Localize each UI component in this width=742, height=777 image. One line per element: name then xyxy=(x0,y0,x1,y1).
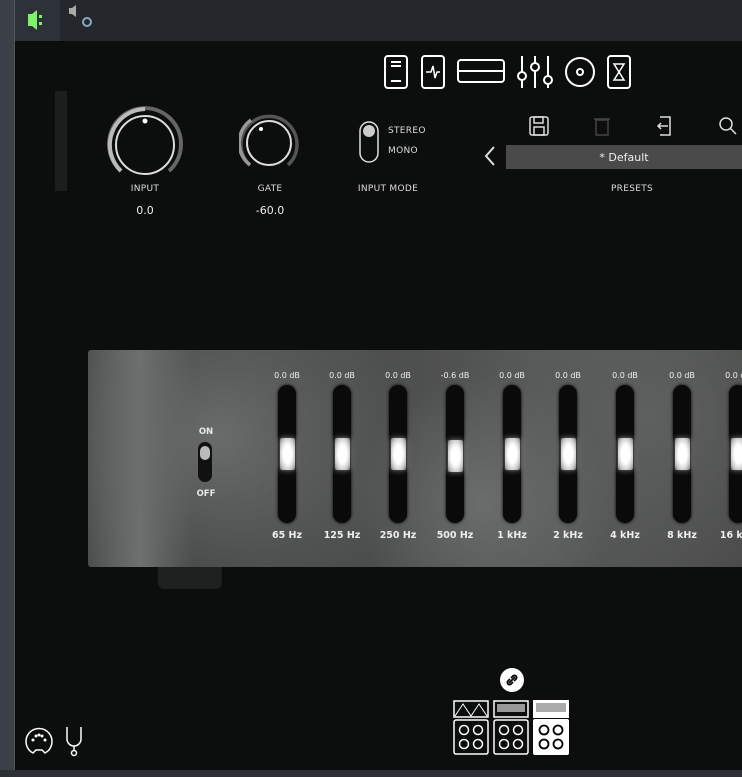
top-toolbar xyxy=(15,0,742,41)
link-icon xyxy=(500,668,524,692)
preset-actions xyxy=(528,115,739,137)
toggle-switch-icon xyxy=(359,121,379,163)
band-frequency-label: 250 Hz xyxy=(379,530,417,541)
band-frequency-label: 8 kHz xyxy=(667,530,697,541)
band-slider-handle[interactable] xyxy=(279,438,295,470)
link-amps-button[interactable] xyxy=(500,668,524,692)
band-frequency-label: 65 Hz xyxy=(271,530,302,541)
host-left-strip xyxy=(0,0,15,777)
host-bottom-bar xyxy=(0,770,742,777)
import-icon[interactable] xyxy=(654,115,676,137)
delete-icon[interactable] xyxy=(591,115,613,137)
input-value: 0.0 xyxy=(136,204,154,217)
power-on-label: ON xyxy=(198,427,214,437)
band-slider-handle[interactable] xyxy=(560,438,576,470)
band-gain-readout: 0.0 dB xyxy=(499,371,525,380)
band-slider-handle[interactable] xyxy=(617,438,633,470)
band-frequency-label: 2 kHz xyxy=(553,530,583,541)
preset-selector[interactable]: * Default xyxy=(506,145,742,169)
band-slider-handle[interactable] xyxy=(674,438,690,470)
band-slider-handle[interactable] xyxy=(730,438,742,470)
amp-slot-3-selected[interactable] xyxy=(533,700,569,755)
band-gain-readout: 0.0 dB xyxy=(725,371,742,380)
save-icon[interactable] xyxy=(528,115,550,137)
band-frequency-label: 16 kHz xyxy=(719,530,742,541)
chevron-left-icon xyxy=(484,146,495,166)
amp-slot-2[interactable] xyxy=(493,700,529,755)
tab-plugin-settings[interactable] xyxy=(62,0,98,36)
band-gain-readout: 0.0 dB xyxy=(385,371,411,380)
input-meter xyxy=(55,91,67,191)
module-bar xyxy=(382,54,632,90)
band-frequency-label: 125 Hz xyxy=(323,530,361,541)
band-slider-handle[interactable] xyxy=(504,438,520,470)
gate-knob[interactable] xyxy=(239,112,299,170)
tab-plugin[interactable] xyxy=(15,0,60,41)
stereo-option[interactable]: STEREO xyxy=(388,126,426,136)
band-frequency-label: 1 kHz xyxy=(497,530,527,541)
midi-icon xyxy=(25,727,53,754)
band-frequency-label: 4 kHz xyxy=(610,530,640,541)
gate-label: GATE xyxy=(257,184,283,194)
band-gain-readout: 0.0 dB xyxy=(669,371,695,380)
band-slider-handle[interactable] xyxy=(447,440,463,473)
mono-option[interactable]: MONO xyxy=(388,146,418,156)
amp-module-icon[interactable] xyxy=(382,54,410,90)
input-label: INPUT xyxy=(130,184,160,194)
tuner-button[interactable] xyxy=(62,725,86,757)
plugin-settings-icon xyxy=(69,5,92,27)
band-frequency-label: 500 Hz xyxy=(436,530,474,541)
band-gain-readout: 0.0 dB xyxy=(329,371,355,380)
cab-module-icon[interactable] xyxy=(456,54,506,90)
band-slider-handle[interactable] xyxy=(334,438,350,470)
reverb-module-icon[interactable] xyxy=(564,54,596,90)
preset-prev-button[interactable] xyxy=(482,145,498,167)
band-slider-handle[interactable] xyxy=(390,438,406,470)
delay-module-icon[interactable] xyxy=(606,54,632,90)
band-gain-readout: -0.6 dB xyxy=(440,371,470,380)
band-gain-readout: 0.0 dB xyxy=(612,371,638,380)
eq-power-switch[interactable] xyxy=(198,442,212,482)
band-gain-readout: 0.0 dB xyxy=(555,371,581,380)
knob-gate-icon xyxy=(239,114,299,167)
search-icon[interactable] xyxy=(717,115,739,137)
eq-module-icon[interactable] xyxy=(516,54,554,90)
midi-button[interactable] xyxy=(24,725,54,757)
band-gain-readout: 0.0 dB xyxy=(274,371,300,380)
plugin-icon xyxy=(28,10,42,30)
amp-slot-1[interactable] xyxy=(453,700,489,755)
input-mode-toggle[interactable] xyxy=(358,120,380,164)
input-mode-label: INPUT MODE xyxy=(357,184,419,194)
eq-panel-foot xyxy=(158,567,222,589)
presets-label: PRESETS xyxy=(610,184,654,194)
knob-input-icon xyxy=(107,106,183,175)
power-off-label: OFF xyxy=(196,489,216,499)
tuner-icon xyxy=(66,727,82,757)
pedal-module-icon[interactable] xyxy=(420,54,446,90)
amp-slots xyxy=(453,700,569,755)
gate-value: -60.0 xyxy=(255,204,285,217)
input-knob[interactable] xyxy=(105,105,185,177)
